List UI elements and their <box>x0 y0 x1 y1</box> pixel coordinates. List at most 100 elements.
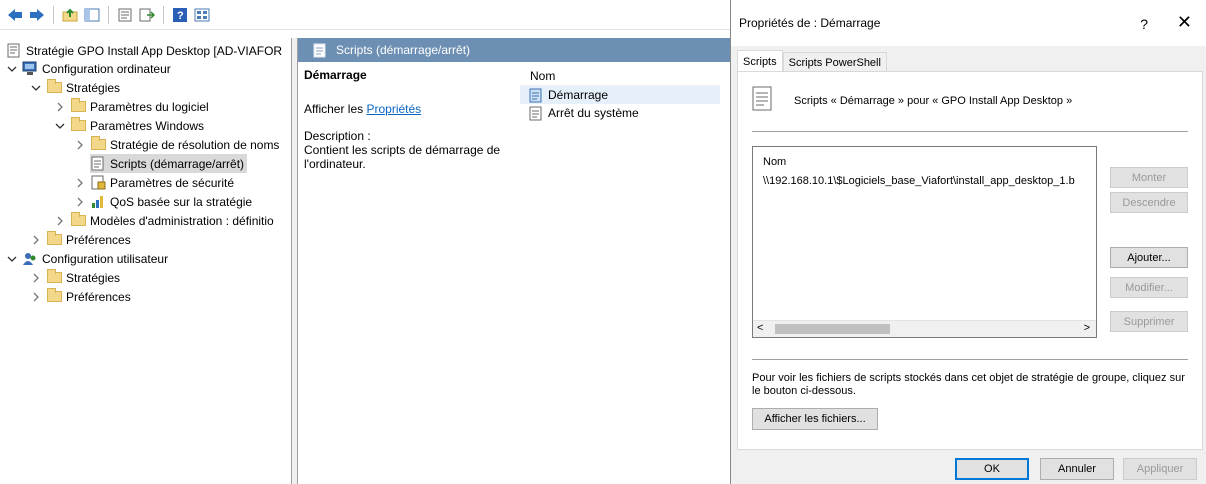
script-document-icon <box>752 86 774 115</box>
divider <box>752 131 1188 132</box>
tree-item-software-settings[interactable]: Paramètres du logiciel <box>54 97 209 116</box>
bar-chart-icon <box>90 194 106 210</box>
chevron-right-icon[interactable] <box>74 196 86 208</box>
remove-button[interactable]: Supprimer <box>1110 311 1188 332</box>
forward-arrow-icon[interactable] <box>28 6 46 24</box>
tree-item-gpo-root[interactable]: Stratégie GPO Install App Desktop [AD-VI… <box>6 41 282 60</box>
details-pane: Scripts (démarrage/arrêt) Démarrage Affi… <box>298 38 730 484</box>
view-icon[interactable] <box>193 6 211 24</box>
script-row[interactable]: \\192.168.10.1\$Logiciels_base_Viafort\i… <box>763 175 1096 187</box>
chevron-right-icon[interactable] <box>54 101 66 113</box>
cancel-button[interactable]: Annuler <box>1040 458 1114 480</box>
tree-item-label: Stratégies <box>66 80 121 95</box>
add-button[interactable]: Ajouter... <box>1110 247 1188 268</box>
tree-item-scripts[interactable]: Scripts (démarrage/arrêt) <box>90 154 248 173</box>
chevron-down-icon[interactable] <box>30 82 42 94</box>
script-icon <box>90 156 106 172</box>
chevron-right-icon[interactable] <box>54 215 66 227</box>
tab-powershell-scripts[interactable]: Scripts PowerShell <box>782 52 887 72</box>
tree-item-preferences[interactable]: Préférences <box>30 230 131 249</box>
extended-info: Démarrage Afficher les Propriétés Descri… <box>304 68 514 171</box>
chevron-right-icon[interactable] <box>74 139 86 151</box>
tree-item-strategies[interactable]: Stratégies <box>30 78 120 97</box>
horizontal-scrollbar[interactable]: < > <box>753 320 1096 337</box>
help-button[interactable]: ? <box>1140 16 1148 32</box>
section-title: Démarrage <box>304 68 367 82</box>
description-text: Contient les scripts de démarrage de l'o… <box>304 143 501 171</box>
properties-icon[interactable] <box>116 6 134 24</box>
show-properties-prefix: Afficher les <box>304 102 367 116</box>
help-icon[interactable]: ? <box>171 6 189 24</box>
tree-item-user-preferences[interactable]: Préférences <box>30 287 131 306</box>
show-files-button[interactable]: Afficher les fichiers... <box>752 408 878 430</box>
dialog-title-bar: Propriétés de : Démarrage <box>731 0 1206 46</box>
folder-icon <box>70 212 86 229</box>
properties-dialog: Propriétés de : Démarrage ? ✕ Scripts Sc… <box>730 0 1206 484</box>
tree-item-user-strategies[interactable]: Stratégies <box>30 268 120 287</box>
up-folder-icon[interactable] <box>61 6 79 24</box>
show-properties-line: Afficher les Propriétés <box>304 102 514 116</box>
scripts-list: Nom Démarrage Arrêt du système <box>520 66 720 466</box>
scroll-thumb[interactable] <box>775 324 890 334</box>
tree-item-label: Paramètres du logiciel <box>90 99 209 114</box>
console-tree: Stratégie GPO Install App Desktop [AD-VI… <box>0 38 292 484</box>
close-button[interactable]: ✕ <box>1177 12 1192 33</box>
description-label: Description : <box>304 129 371 143</box>
move-down-button[interactable]: Descendre <box>1110 192 1188 213</box>
show-hide-tree-icon[interactable] <box>83 6 101 24</box>
edit-button[interactable]: Modifier... <box>1110 277 1188 298</box>
ok-button[interactable]: OK <box>955 458 1029 480</box>
list-item-label: Arrêt du système <box>548 106 639 120</box>
scripts-listbox[interactable]: Nom \\192.168.10.1\$Logiciels_base_Viafo… <box>752 146 1097 338</box>
scripts-header-text: Scripts « Démarrage » pour « GPO Install… <box>794 94 1073 107</box>
svg-text:?: ? <box>177 10 184 22</box>
toolbar-separator <box>108 5 109 24</box>
tree-item-label: Paramètres Windows <box>90 118 205 133</box>
chevron-right-icon[interactable] <box>74 177 86 189</box>
tree-item-label: QoS basée sur la stratégie <box>110 194 253 209</box>
chevron-right-icon[interactable] <box>30 234 42 246</box>
script-icon <box>528 105 544 121</box>
tree-item-label: Stratégies <box>66 270 121 285</box>
tree-item-computer-config[interactable]: Configuration ordinateur <box>6 59 171 78</box>
tab-scripts[interactable]: Scripts <box>737 50 783 72</box>
computer-icon <box>22 61 38 77</box>
folder-icon <box>46 269 62 286</box>
scroll-right-icon[interactable]: > <box>1084 322 1090 334</box>
column-header-name[interactable]: Nom <box>520 66 720 86</box>
tree-item-qos[interactable]: QoS basée sur la stratégie <box>74 192 252 211</box>
chevron-down-icon[interactable] <box>6 63 18 75</box>
chevron-right-icon[interactable] <box>30 291 42 303</box>
apply-button[interactable]: Appliquer <box>1123 458 1197 480</box>
scroll-left-icon[interactable]: < <box>757 322 763 334</box>
back-arrow-icon[interactable] <box>6 6 24 24</box>
properties-link[interactable]: Propriétés <box>366 102 421 116</box>
chevron-down-icon[interactable] <box>6 253 18 265</box>
listbox-column-name[interactable]: Nom <box>763 156 786 168</box>
list-item-shutdown[interactable]: Arrêt du système <box>520 104 720 122</box>
mmc-window: ? Stratégie GPO Install App Desktop [AD-… <box>0 0 1206 484</box>
tree-item-label: Configuration ordinateur <box>42 61 171 76</box>
list-item-startup[interactable]: Démarrage <box>520 86 720 104</box>
tree-item-security-settings[interactable]: Paramètres de sécurité <box>74 173 234 192</box>
tree-item-admin-templates[interactable]: Modèles d'administration : définitio <box>54 211 274 230</box>
tab-strip: Scripts Scripts PowerShell <box>737 50 887 72</box>
scripts-header: Scripts « Démarrage » pour « GPO Install… <box>752 86 1072 115</box>
move-up-button[interactable]: Monter <box>1110 167 1188 188</box>
user-icon <box>22 251 38 267</box>
tree-item-label: Configuration utilisateur <box>42 251 169 266</box>
tree-item-windows-settings[interactable]: Paramètres Windows <box>54 116 204 135</box>
folder-icon <box>90 136 106 153</box>
folder-icon <box>46 231 62 248</box>
tree-item-user-config[interactable]: Configuration utilisateur <box>6 249 168 268</box>
folder-icon <box>46 288 62 305</box>
tree-item-label: Paramètres de sécurité <box>110 175 235 190</box>
list-item-label: Démarrage <box>548 88 609 102</box>
tree-item-label: Stratégie GPO Install App Desktop [AD-VI… <box>26 43 283 58</box>
info-text: Pour voir les fichiers de scripts stocké… <box>752 372 1185 397</box>
export-list-icon[interactable] <box>138 6 156 24</box>
tree-item-name-resolution[interactable]: Stratégie de résolution de noms <box>74 135 279 154</box>
chevron-down-icon[interactable] <box>54 120 66 132</box>
chevron-right-icon[interactable] <box>30 272 42 284</box>
toolbar: ? <box>0 0 730 30</box>
